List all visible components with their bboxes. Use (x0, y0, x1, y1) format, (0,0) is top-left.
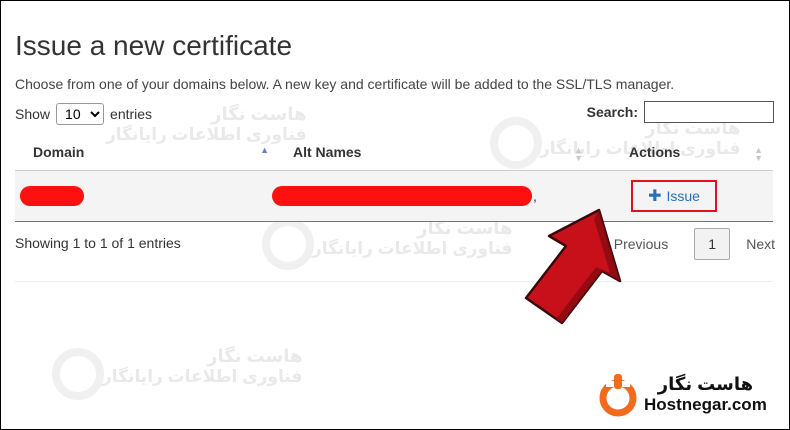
red-arrow-icon (524, 208, 622, 325)
sort-ascending-icon: ▲ (260, 145, 269, 155)
page-title: Issue a new certificate (15, 30, 293, 61)
sort-both-icon: ▲ ▼ (754, 145, 763, 163)
column-header-actions[interactable]: Actions ▲ ▼ (593, 133, 773, 171)
column-header-domain[interactable]: Domain ▲ (15, 133, 279, 171)
search-label: Search: (586, 104, 638, 120)
brand-logo-group: هاست نگار Hostnegar.com (598, 372, 767, 418)
redaction-mark (272, 186, 532, 206)
hostnegar-logo-icon (598, 372, 638, 418)
search-control: Search: (587, 101, 774, 123)
table-info: Showing 1 to 1 of 1 entries (15, 235, 181, 251)
entries-length-control: Show 10 entries (15, 103, 152, 125)
page-subtitle: Choose from one of your domains below. A… (15, 76, 675, 92)
search-input[interactable] (644, 101, 774, 123)
watermark-line1: هاست نگار (207, 346, 303, 366)
next-page-button[interactable]: Next (746, 236, 775, 252)
table-header-row: Domain ▲ Alt Names ▲ ▼ Actions ▲ ▼ (15, 133, 773, 171)
brand-name-fa: هاست نگار (657, 374, 754, 394)
length-prefix: Show (15, 106, 51, 122)
table-row: , ✚ Issue (15, 170, 773, 222)
sort-both-icon: ▲ ▼ (574, 145, 583, 163)
plus-icon: ✚ (648, 188, 662, 205)
column-label: Alt Names (293, 143, 362, 160)
watermark-text: هاست نگار فناوری اطلاعات رایانگار (102, 346, 302, 387)
redaction-mark (20, 186, 84, 206)
column-header-alt-names[interactable]: Alt Names ▲ ▼ (279, 133, 593, 171)
watermark-logo-icon (262, 218, 314, 270)
watermark-line2: فناوری اطلاعات رایانگار (312, 239, 513, 258)
issue-label: Issue (666, 188, 700, 204)
watermark-text: هاست نگار فناوری اطلاعات رایانگار (312, 218, 512, 259)
watermark-line2: فناوری اطلاعات رایانگار (102, 367, 303, 386)
length-suffix: entries (110, 106, 153, 122)
entries-select[interactable]: 10 (56, 103, 105, 125)
divider (15, 281, 773, 282)
watermark-logo-icon (52, 348, 104, 400)
page-number-button[interactable]: 1 (694, 228, 731, 260)
column-label: Domain (33, 143, 85, 160)
domains-table: Domain ▲ Alt Names ▲ ▼ Actions ▲ ▼ , ✚ I… (15, 133, 773, 222)
domain-cell (15, 170, 279, 222)
column-label: Actions (629, 143, 681, 160)
brand-name-en: Hostnegar.com (644, 395, 767, 414)
alt-names-trailing: , (533, 188, 537, 204)
